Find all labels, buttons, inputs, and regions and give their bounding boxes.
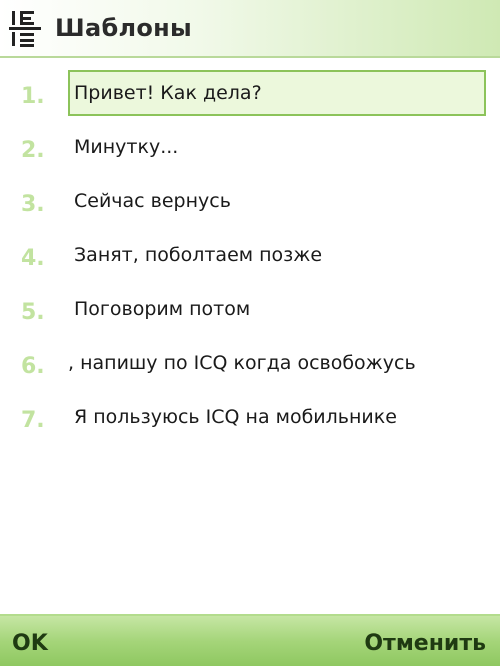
screen-title: Шаблоны (55, 14, 193, 42)
item-text: Поговорим потом (74, 298, 251, 320)
cancel-softkey[interactable]: Отменить (364, 631, 486, 656)
item-text: Привет! Как дела? (74, 82, 262, 104)
item-text: Минутку... (74, 136, 179, 158)
template-item[interactable]: 2. Минутку... (0, 122, 500, 176)
template-item[interactable]: 1. Привет! Как дела? (0, 68, 500, 122)
header-bar: Шаблоны (0, 0, 500, 58)
ok-softkey[interactable]: OK (12, 631, 48, 656)
item-number: 1. (21, 84, 45, 109)
template-item[interactable]: 3. Сейчас вернусь (0, 176, 500, 230)
softkey-bar: OK Отменить (0, 614, 500, 666)
item-number: 3. (21, 192, 45, 217)
item-text: , напишу по ICQ когда освобожусь (68, 352, 416, 374)
item-text: Я пользуюсь ICQ на мобильнике (74, 406, 397, 428)
template-item[interactable]: 6. , напишу по ICQ когда освобожусь (0, 338, 500, 392)
item-text: Занят, поболтаем позже (74, 244, 323, 266)
item-number: 2. (21, 138, 45, 163)
template-item[interactable]: 7. Я пользуюсь ICQ на мобильнике (0, 392, 500, 446)
item-number: 4. (21, 246, 45, 271)
template-item[interactable]: 5. Поговорим потом (0, 284, 500, 338)
item-number: 6. (21, 354, 45, 379)
template-item[interactable]: 4. Занят, поболтаем позже (0, 230, 500, 284)
item-text: Сейчас вернусь (74, 190, 231, 212)
item-number: 5. (21, 300, 45, 325)
item-number: 7. (21, 408, 45, 433)
templates-icon (9, 11, 41, 47)
